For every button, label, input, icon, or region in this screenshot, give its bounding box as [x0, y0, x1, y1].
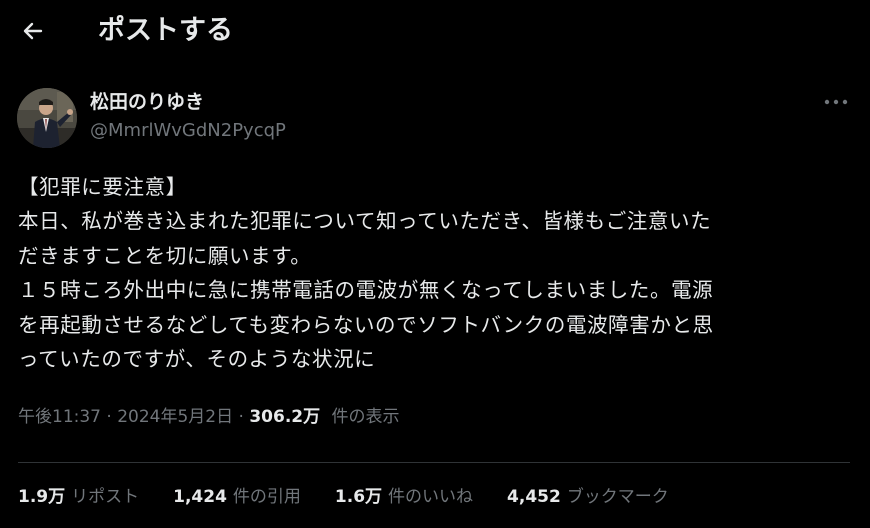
- more-horizontal-icon: [824, 99, 848, 105]
- post-text-line: 本日、私が巻き込まれた犯罪について知っていただき、皆様もご注意いた: [18, 209, 712, 234]
- avatar[interactable]: [17, 88, 77, 148]
- likes-label: 件のいいね: [388, 487, 474, 507]
- quotes-stat[interactable]: 1,424 件の引用: [173, 482, 301, 512]
- post-metadata: 午後11:37 · 2024年5月2日 · 306.2万 件の表示: [18, 403, 400, 431]
- quotes-label: 件の引用: [232, 487, 301, 507]
- post-time[interactable]: 午後11:37: [18, 407, 101, 427]
- post-date[interactable]: 2024年5月2日: [117, 407, 233, 427]
- post-detail-page: ポストする 松田のりゆき @MmrlWvGdN2PycqP 【犯罪に要注意】 本…: [0, 0, 870, 528]
- meta-separator: ·: [238, 407, 250, 427]
- author-name[interactable]: 松田のりゆき: [90, 88, 204, 116]
- post-text-line: 【犯罪に要注意】: [18, 175, 187, 199]
- engagement-stats: 1.9万 リポスト 1,424 件の引用 1.6万 件のいいね 4,452 ブックマーク: [18, 482, 703, 512]
- author-handle[interactable]: @MmrlWvGdN2PycqP: [90, 117, 286, 145]
- divider: [18, 462, 850, 463]
- likes-stat[interactable]: 1.6万 件のいいね: [335, 482, 473, 512]
- post-text: 【犯罪に要注意】 本日、私が巻き込まれた犯罪について知っていただき、皆様もご注意…: [18, 170, 858, 376]
- arrow-left-icon: [23, 22, 43, 40]
- bookmarks-count: 4,452: [507, 487, 561, 507]
- likes-count: 1.6万: [334, 487, 383, 507]
- views-count: 306.2万: [249, 407, 321, 427]
- views-label: 件の表示: [331, 407, 400, 427]
- post-text-line: １５時ころ外出中に急に携帯電話の電波が無くなってしまいました。電源: [18, 278, 714, 303]
- quotes-count: 1,424: [173, 487, 227, 507]
- reposts-stat[interactable]: 1.9万 リポスト: [18, 482, 139, 512]
- post-text-line: っていたのですが、そのような状況に: [18, 347, 376, 372]
- meta-separator: ·: [106, 407, 118, 427]
- back-button[interactable]: [14, 12, 52, 50]
- reposts-label: リポスト: [71, 487, 140, 507]
- bookmarks-label: ブックマーク: [566, 487, 669, 507]
- more-options-button[interactable]: [820, 90, 852, 114]
- avatar-image: [17, 88, 77, 148]
- page-title: ポストする: [98, 15, 233, 46]
- post-text-line: だきますことを切に願います。: [18, 243, 312, 268]
- post-text-line: を再起動させるなどしても変わらないのでソフトバンクの電波障害かと思: [18, 312, 714, 337]
- header-bar: ポストする: [0, 0, 870, 62]
- bookmarks-stat[interactable]: 4,452 ブックマーク: [507, 482, 669, 512]
- reposts-count: 1.9万: [18, 487, 66, 507]
